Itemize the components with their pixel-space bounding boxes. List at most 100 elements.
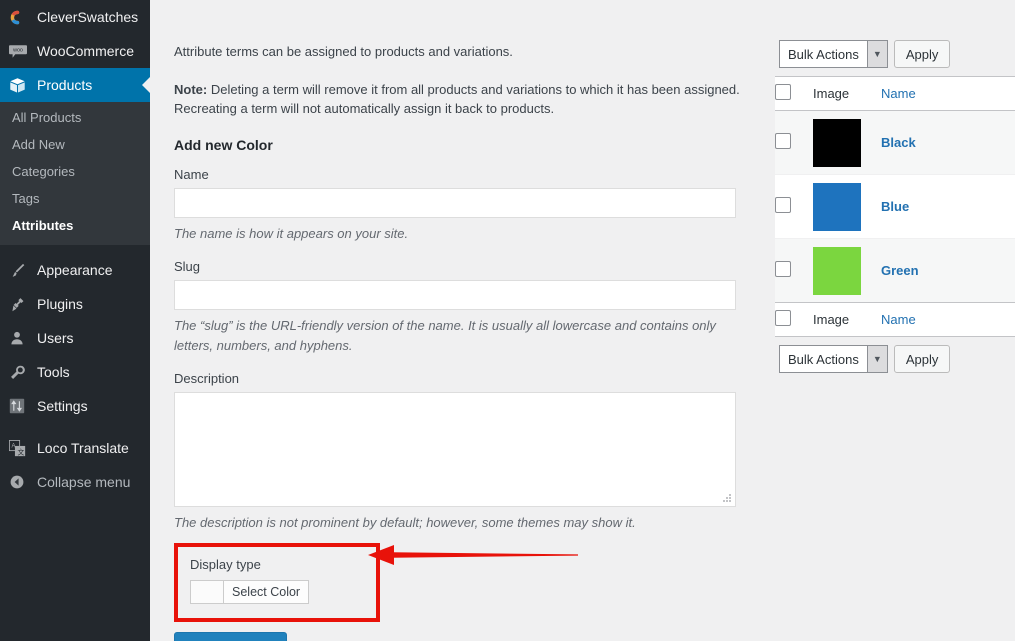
sidebar-item-woocommerce[interactable]: woo WooCommerce (0, 34, 150, 68)
sidebar-item-label: Users (37, 330, 74, 346)
row-name-cell: Black (881, 111, 1015, 175)
svg-text:文: 文 (18, 447, 25, 456)
term-name-link[interactable]: Black (881, 135, 916, 150)
color-swatch (813, 118, 861, 167)
sidebar-divider (0, 245, 150, 253)
collapse-arrow-icon (9, 472, 33, 492)
add-new-color-button[interactable]: Add new Color (174, 631, 288, 641)
description-field-group: Description (174, 371, 770, 507)
sidebar-item-label: Tools (37, 364, 70, 380)
display-type-label: Display type (190, 556, 261, 572)
settings-sliders-icon (9, 396, 33, 416)
tablenav-bottom: Bulk Actions ▼ Apply (775, 345, 1015, 373)
svg-text:woo: woo (12, 47, 23, 53)
sidebar-item-loco-translate[interactable]: A 文 Loco Translate (0, 431, 150, 465)
name-column-footer: Name (881, 302, 1015, 337)
color-picker-swatch[interactable] (191, 580, 224, 603)
sidebar-item-tools[interactable]: Tools (0, 355, 150, 389)
products-box-icon (9, 75, 33, 95)
name-field-group: Name (174, 167, 770, 218)
name-input[interactable] (174, 187, 736, 218)
bulk-actions-select-value: Bulk Actions (788, 46, 859, 62)
collapse-menu-button[interactable]: Collapse menu (0, 465, 150, 499)
form-heading: Add new Color (174, 136, 273, 153)
select-all-checkbox-bottom[interactable] (775, 310, 791, 326)
select-color-button[interactable]: Select Color (224, 580, 309, 603)
color-picker[interactable]: Select Color (190, 579, 310, 604)
sidebar-item-cleverswatches[interactable]: CleverSwatches (0, 0, 150, 34)
note-body: Deleting a term will remove it from all … (174, 81, 740, 117)
row-checkbox[interactable] (775, 197, 791, 213)
row-image-cell (813, 238, 881, 303)
sidebar-item-categories[interactable]: Categories (0, 158, 150, 185)
select-all-footer (775, 302, 813, 337)
name-label: Name (174, 166, 209, 182)
sidebar-item-attributes[interactable]: Attributes (0, 212, 150, 239)
wp-admin-screen: CleverSwatches woo WooCommerce Products (0, 0, 1015, 641)
description-label: Description (174, 371, 240, 386)
sidebar-item-users[interactable]: Users (0, 321, 150, 355)
chevron-down-icon[interactable]: ▼ (866, 346, 887, 372)
admin-sidebar: CleverSwatches woo WooCommerce Products (0, 0, 150, 641)
term-name-link[interactable]: Blue (881, 199, 909, 214)
table-footer-row: Image Name (775, 302, 1015, 337)
term-name-link[interactable]: Green (881, 263, 919, 278)
image-column-header: Image (813, 76, 881, 111)
sidebar-item-tags[interactable]: Tags (0, 185, 150, 212)
plugins-plug-icon (9, 294, 33, 314)
sidebar-item-settings[interactable]: Settings (0, 389, 150, 423)
color-swatch (813, 182, 861, 231)
row-select-cell (775, 238, 813, 303)
sidebar-item-label: WooCommerce (37, 43, 134, 59)
description-hint: The description is not prominent by defa… (174, 515, 636, 530)
row-checkbox[interactable] (775, 133, 791, 149)
terms-table: Image Name Black Blue Green Image Name (775, 76, 1015, 337)
sidebar-item-add-new[interactable]: Add New (0, 131, 150, 158)
sidebar-item-products[interactable]: Products (0, 68, 150, 102)
name-column-sort-link-bottom[interactable]: Name (881, 312, 916, 327)
note-label: Note: (174, 81, 208, 97)
users-person-icon (9, 328, 33, 348)
slug-field-group: Slug (174, 259, 770, 310)
row-checkbox[interactable] (775, 261, 791, 277)
sidebar-divider-2 (0, 423, 150, 431)
row-name-cell: Green (881, 238, 1015, 303)
bulk-actions-select-top[interactable]: Bulk Actions ▼ (779, 40, 888, 68)
image-column-footer: Image (813, 302, 881, 337)
sidebar-item-all-products[interactable]: All Products (0, 104, 150, 131)
note-text: Note: Deleting a term will remove it fro… (174, 80, 754, 119)
sidebar-item-label: CleverSwatches (37, 9, 139, 25)
sidebar-item-appearance[interactable]: Appearance (0, 253, 150, 287)
select-all-header (775, 76, 813, 111)
apply-button-top[interactable]: Apply (893, 40, 951, 68)
row-name-cell: Blue (881, 174, 1015, 239)
row-select-cell (775, 174, 813, 239)
tablenav-top: Bulk Actions ▼ Apply (775, 40, 1015, 68)
slug-input[interactable] (174, 280, 736, 310)
appearance-brush-icon (9, 260, 33, 280)
slug-label: Slug (174, 259, 201, 274)
translate-icon: A 文 (9, 438, 33, 458)
add-term-form: Attribute terms can be assigned to produ… (150, 0, 770, 641)
sidebar-item-label: Products (37, 77, 93, 93)
display-type-highlight-box: Display type Select Color (174, 542, 380, 622)
sidebar-item-label: Appearance (37, 262, 113, 278)
terms-table-foot: Image Name (775, 302, 1015, 337)
intro-text: Attribute terms can be assigned to produ… (174, 44, 513, 59)
sidebar-item-label: Settings (37, 398, 88, 414)
chevron-down-icon[interactable]: ▼ (866, 41, 887, 67)
collapse-menu-label: Collapse menu (37, 474, 131, 490)
tools-wrench-icon (9, 362, 33, 382)
select-all-checkbox-top[interactable] (775, 84, 791, 100)
row-select-cell (775, 111, 813, 175)
products-submenu: All Products Add New Categories Tags Att… (0, 102, 150, 245)
description-textarea[interactable] (174, 392, 736, 507)
name-hint: The name is how it appears on your site. (174, 225, 409, 241)
description-textarea-wrap (174, 392, 736, 507)
name-column-header: Name (881, 76, 1015, 111)
name-column-sort-link[interactable]: Name (881, 86, 916, 101)
apply-button-bottom[interactable]: Apply (893, 345, 951, 373)
bulk-actions-select-bottom[interactable]: Bulk Actions ▼ (779, 345, 888, 373)
sidebar-item-plugins[interactable]: Plugins (0, 287, 150, 321)
cleverswatches-icon (9, 7, 33, 27)
